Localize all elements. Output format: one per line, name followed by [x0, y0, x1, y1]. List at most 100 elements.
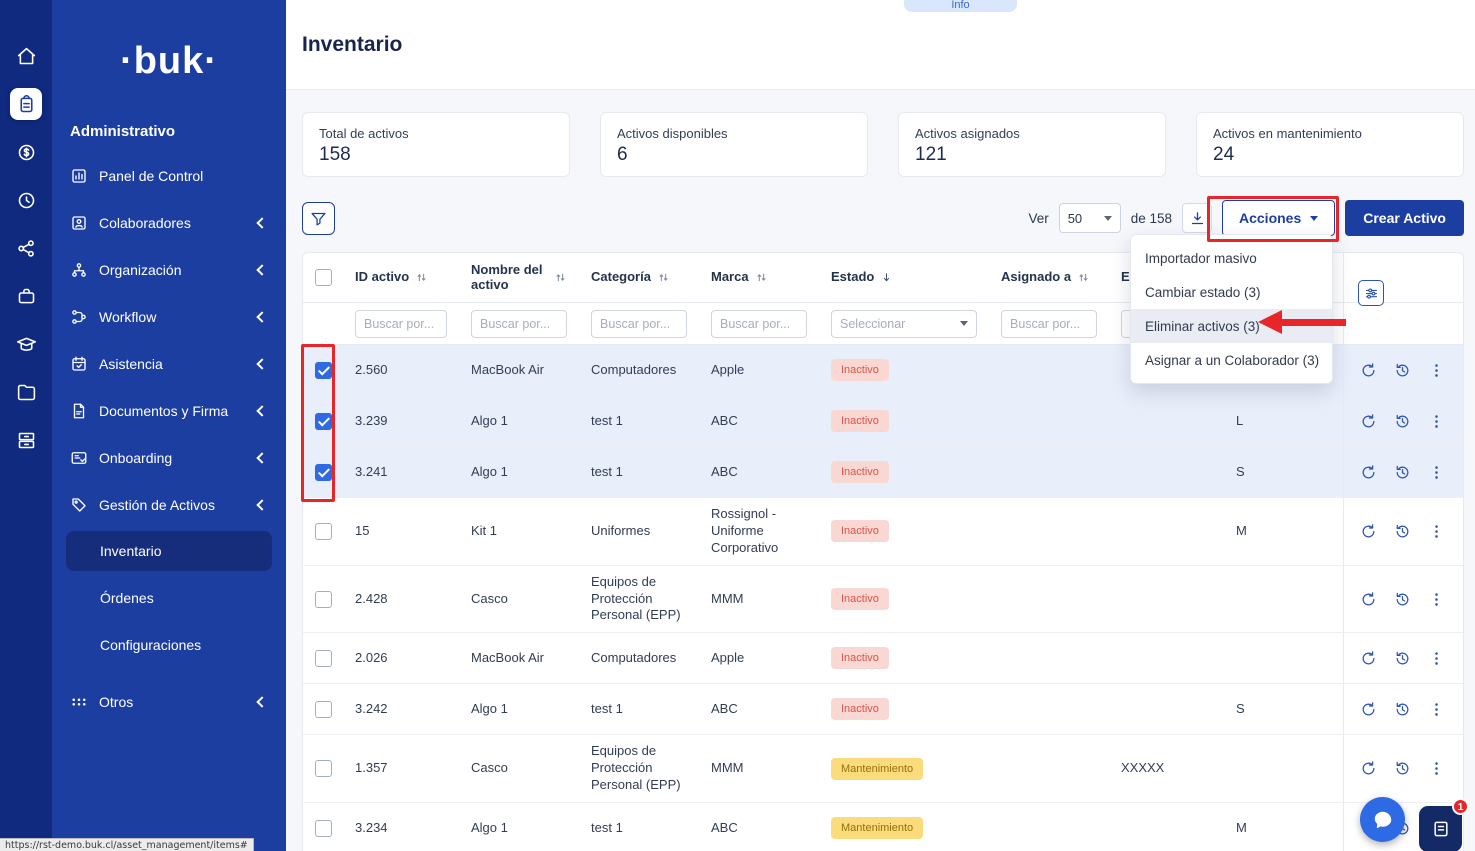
- filter-button[interactable]: [302, 202, 335, 235]
- column-header-id[interactable]: ID activo: [343, 253, 459, 302]
- kebab-menu-icon[interactable]: [1428, 591, 1445, 608]
- sidebar-item-configuraciones[interactable]: Configuraciones: [52, 621, 286, 668]
- filter-input-marca[interactable]: [711, 310, 807, 338]
- refresh-icon[interactable]: [1360, 464, 1377, 481]
- column-header-nombre[interactable]: Nombre del activo: [459, 253, 579, 302]
- sidebar-item-onboarding[interactable]: Onboarding: [52, 434, 286, 481]
- cell-estado: Inactivo: [819, 396, 989, 446]
- refresh-icon[interactable]: [1360, 362, 1377, 379]
- cell-estado: Inactivo: [819, 633, 989, 683]
- cell-id-activo: 3.234: [343, 803, 459, 851]
- history-icon[interactable]: [1394, 591, 1411, 608]
- history-icon[interactable]: [1394, 413, 1411, 430]
- acciones-button[interactable]: Acciones: [1222, 200, 1335, 236]
- sort-both-icon[interactable]: [755, 271, 768, 284]
- kebab-menu-icon[interactable]: [1428, 362, 1445, 379]
- sidebar-item-workflow[interactable]: Workflow: [52, 293, 286, 340]
- column-settings-button[interactable]: [1358, 280, 1384, 306]
- estado-filter-select[interactable]: Seleccionar: [831, 310, 977, 338]
- refresh-icon[interactable]: [1360, 701, 1377, 718]
- filter-input-nombre[interactable]: [471, 310, 567, 338]
- sort-both-icon[interactable]: [554, 271, 567, 284]
- history-icon[interactable]: [1394, 760, 1411, 777]
- row-checkbox[interactable]: [315, 464, 332, 481]
- home-icon[interactable]: [10, 40, 42, 72]
- refresh-icon[interactable]: [1360, 413, 1377, 430]
- refresh-icon[interactable]: [1360, 760, 1377, 777]
- sidebar-item-gestion-de-activos[interactable]: Gestión de Activos: [52, 481, 286, 528]
- history-icon[interactable]: [1394, 701, 1411, 718]
- chat-button[interactable]: [1360, 797, 1405, 842]
- history-icon[interactable]: [1394, 362, 1411, 379]
- cell-marca: MMM: [699, 735, 819, 802]
- cell-estado: Inactivo: [819, 566, 989, 633]
- header-checkbox-cell: [303, 253, 343, 302]
- sidebar-item-documentos-y-firma[interactable]: Documentos y Firma: [52, 387, 286, 434]
- assets-icon[interactable]: [10, 88, 42, 120]
- history-icon[interactable]: [1394, 464, 1411, 481]
- refresh-icon[interactable]: [1360, 523, 1377, 540]
- acciones-dropdown-menu: Importador masivo Cambiar estado (3) Eli…: [1130, 234, 1333, 384]
- cell-marca: ABC: [699, 396, 819, 446]
- menu-item-asignar-colaborador[interactable]: Asignar a un Colaborador (3): [1131, 343, 1332, 377]
- sort-both-icon[interactable]: [657, 271, 670, 284]
- row-checkbox[interactable]: [315, 650, 332, 667]
- menu-item-eliminar-activos[interactable]: Eliminar activos (3): [1131, 309, 1332, 343]
- crear-activo-button[interactable]: Crear Activo: [1345, 200, 1464, 236]
- kebab-menu-icon[interactable]: [1428, 760, 1445, 777]
- row-checkbox[interactable]: [315, 413, 332, 430]
- sort-desc-icon[interactable]: [880, 271, 893, 284]
- column-header-categoria[interactable]: Categoría: [579, 253, 699, 302]
- row-checkbox[interactable]: [315, 701, 332, 718]
- refresh-icon[interactable]: [1360, 650, 1377, 667]
- sidebar-item-ordenes[interactable]: Órdenes: [52, 574, 286, 621]
- onboarding-card-icon: [70, 449, 88, 467]
- column-header-asignado[interactable]: Asignado a: [989, 253, 1109, 302]
- row-checkbox[interactable]: [315, 591, 332, 608]
- select-all-checkbox[interactable]: [315, 269, 332, 286]
- kebab-menu-icon[interactable]: [1428, 464, 1445, 481]
- row-checkbox[interactable]: [315, 523, 332, 540]
- cell-id-activo: 2.428: [343, 566, 459, 633]
- kebab-menu-icon[interactable]: [1428, 701, 1445, 718]
- kebab-menu-icon[interactable]: [1428, 413, 1445, 430]
- time-icon[interactable]: [10, 184, 42, 216]
- history-icon[interactable]: [1394, 650, 1411, 667]
- sidebar-item-panel-de-control[interactable]: Panel de Control: [52, 152, 286, 199]
- row-checkbox[interactable]: [315, 820, 332, 837]
- archive-icon[interactable]: [10, 424, 42, 456]
- column-header-marca[interactable]: Marca: [699, 253, 819, 302]
- kebab-menu-icon[interactable]: [1428, 650, 1445, 667]
- filter-input-id[interactable]: [355, 310, 447, 338]
- menu-item-cambiar-estado[interactable]: Cambiar estado (3): [1131, 275, 1332, 309]
- network-icon[interactable]: [10, 232, 42, 264]
- sidebar-item-otros[interactable]: Otros: [52, 678, 286, 725]
- org-chart-icon: [70, 261, 88, 279]
- sort-both-icon[interactable]: [1077, 271, 1090, 284]
- sort-both-icon[interactable]: [415, 271, 428, 284]
- cell-estado: Inactivo: [819, 345, 989, 395]
- payments-icon[interactable]: [10, 136, 42, 168]
- row-checkbox[interactable]: [315, 362, 332, 379]
- page-size-select[interactable]: 50: [1059, 203, 1121, 233]
- sidebar-item-colaboradores[interactable]: Colaboradores: [52, 199, 286, 246]
- column-header-estado[interactable]: Estado: [819, 253, 989, 302]
- refresh-icon[interactable]: [1360, 591, 1377, 608]
- sidebar-item-inventario[interactable]: Inventario: [66, 531, 272, 571]
- row-checkbox[interactable]: [315, 760, 332, 777]
- sidebar-item-asistencia[interactable]: Asistencia: [52, 340, 286, 387]
- toolbar-right: Ver 50 de 158 Acciones Crear Activo: [1028, 200, 1464, 236]
- status-url: https://rst-demo.buk.cl/asset_management…: [0, 838, 254, 851]
- download-button[interactable]: [1182, 203, 1212, 233]
- menu-item-importador-masivo[interactable]: Importador masivo: [1131, 241, 1332, 275]
- cell-extra: [1224, 735, 1343, 802]
- history-icon[interactable]: [1394, 523, 1411, 540]
- briefcase-icon[interactable]: [10, 280, 42, 312]
- education-icon[interactable]: [10, 328, 42, 360]
- kebab-menu-icon[interactable]: [1428, 523, 1445, 540]
- help-button[interactable]: 1: [1419, 806, 1462, 851]
- sidebar-item-organizacion[interactable]: Organización: [52, 246, 286, 293]
- filter-input-asignado[interactable]: [1001, 310, 1097, 338]
- filter-input-categoria[interactable]: [591, 310, 687, 338]
- folder-icon[interactable]: [10, 376, 42, 408]
